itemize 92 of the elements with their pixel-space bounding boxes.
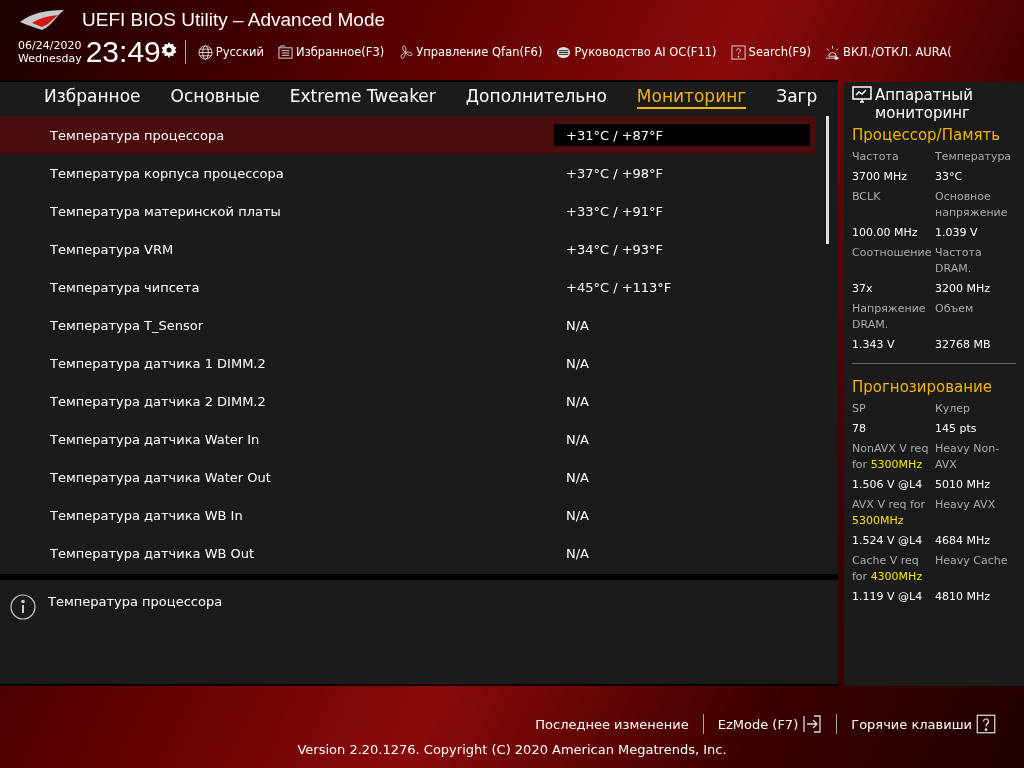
stat-value: 4810 MHz: [935, 589, 992, 605]
setting-value: N/A: [565, 468, 590, 487]
setting-value: N/A: [565, 354, 590, 373]
exit-icon: [802, 714, 823, 734]
stat-value: 5010 MHz: [935, 477, 992, 493]
footer-link[interactable]: EzMode (F7): [702, 714, 837, 734]
stat-value: 1.039 V: [935, 225, 979, 241]
stat-label: Напряжение DRAM.: [852, 301, 927, 333]
stat-value: 1.119 V @L4: [852, 589, 924, 605]
setting-label: Температура чипсета: [49, 279, 201, 295]
setting-label: Температура датчика Water Out: [49, 469, 272, 485]
stat-label: Объем: [935, 301, 975, 317]
light-icon: [825, 44, 841, 60]
setting-value: N/A: [565, 506, 590, 525]
stat-label: Heavy Cache: [935, 553, 1009, 569]
setting-label: Температура материнской платы: [49, 203, 282, 219]
stat-value: 32768 MB: [935, 337, 992, 353]
stat-label: Частота: [852, 149, 900, 165]
setting-value: +31°C / +87°F: [554, 124, 810, 146]
setting-label: Температура VRM: [49, 241, 175, 257]
toolbar-button[interactable]: Русский: [197, 44, 265, 60]
stat-label: BCLK: [852, 189, 882, 205]
setting-value: N/A: [565, 316, 590, 335]
info-icon: [10, 594, 36, 620]
help-text: Температура процессора: [48, 594, 223, 611]
stat-label: Частота DRAM.: [935, 245, 983, 277]
help-icon: [976, 714, 996, 734]
stat-value: 78: [852, 421, 867, 437]
stat-value: 1.343 V: [852, 337, 896, 353]
stat-label: AVX V req for 5300MHz: [852, 497, 927, 529]
monitor-icon: [852, 86, 872, 104]
weekday-text: Wednesday: [18, 52, 82, 65]
stat-value: 100.00 MHz: [852, 225, 919, 241]
globe-icon: [197, 44, 213, 60]
stat-label: Температура: [935, 149, 1013, 165]
toolbar-button[interactable]: Управление Qfan(F6): [398, 44, 543, 60]
setting-label: Температура T_Sensor: [49, 317, 205, 333]
scrollbar-thumb[interactable]: [826, 116, 829, 244]
selected-row[interactable]: Температура процессора +31°C / +87°F: [0, 116, 816, 154]
stat-value: 3700 MHz: [852, 169, 909, 185]
toolbar-button[interactable]: Search(F9): [730, 44, 812, 60]
stat-label: Cache V req for 4300MHz: [852, 553, 924, 585]
panel-title: Аппаратный мониторинг: [875, 86, 974, 122]
stat-value: 4684 MHz: [935, 533, 992, 549]
setting-label: Температура датчика WB In: [49, 507, 244, 523]
stat-value: 33°C: [935, 169, 964, 185]
list-icon: [278, 44, 294, 60]
setting-label: Температура датчика Water In: [49, 431, 261, 447]
stat-value: 1.524 V @L4: [852, 533, 924, 549]
toolbar-button[interactable]: Избранное(F3): [278, 44, 385, 60]
menu-tab[interactable]: Основные: [170, 85, 260, 109]
menu-tab[interactable]: Мониторинг: [636, 85, 747, 109]
setting-value: N/A: [565, 392, 590, 411]
menu-tab[interactable]: Extreme Tweaker: [289, 85, 436, 109]
toolbar-button[interactable]: Руководство AI OC(F11): [556, 44, 717, 60]
stat-label: Основное напряжение: [935, 189, 1009, 221]
setting-label: Температура процессора: [49, 127, 226, 143]
stat-value: 37x: [852, 281, 874, 297]
setting-value: +37°C / +98°F: [565, 164, 665, 183]
footer-link[interactable]: Последнее изменение: [521, 716, 703, 732]
section-title: Прогнозирование: [852, 378, 994, 397]
stat-label: NonAVX V req for 5300MHz: [852, 441, 930, 473]
setting-label: Температура датчика 2 DIMM.2: [49, 393, 267, 409]
window-title: UEFI BIOS Utility – Advanced Mode: [82, 9, 386, 31]
setting-label: Температура датчика WB Out: [49, 545, 256, 561]
stat-value: 3200 MHz: [935, 281, 992, 297]
stat-label: Heavy Non-AVX: [935, 441, 1001, 473]
setting-value: +33°C / +91°F: [565, 202, 665, 221]
stat-label: Heavy AVX: [935, 497, 997, 513]
fan-icon: [398, 44, 414, 60]
menu-tab[interactable]: Загр: [776, 85, 818, 109]
help-icon: [730, 44, 746, 60]
footer-link[interactable]: Горячие клавиши: [836, 714, 1010, 734]
setting-value: +34°C / +93°F: [565, 240, 665, 259]
setting-value: N/A: [565, 544, 590, 563]
stat-label: Кулер: [935, 401, 972, 417]
setting-label: Температура корпуса процессора: [49, 165, 285, 181]
setting-label: Температура датчика 1 DIMM.2: [49, 355, 267, 371]
stat-label: Соотношение: [852, 245, 933, 261]
setting-value: N/A: [565, 430, 590, 449]
settings-icon[interactable]: [160, 42, 177, 58]
stat-value: 145 pts: [935, 421, 978, 437]
menu-tab[interactable]: Дополнительно: [465, 85, 607, 109]
section-title: Процессор/Память: [852, 126, 1002, 145]
stat-value: 1.506 V @L4: [852, 477, 924, 493]
toolbar-button[interactable]: ВКЛ./ОТКЛ. AURA(: [825, 44, 952, 60]
clock-time: 23:49: [85, 36, 161, 68]
date-text: 06/24/2020: [18, 39, 82, 52]
version-text: Version 2.20.1276. Copyright (C) 2020 American Megatrends, Inc.: [297, 742, 727, 757]
menu-tab[interactable]: Избранное: [44, 85, 141, 109]
stat-label: SP: [852, 401, 867, 417]
setting-value: +45°C / +113°F: [565, 278, 673, 297]
